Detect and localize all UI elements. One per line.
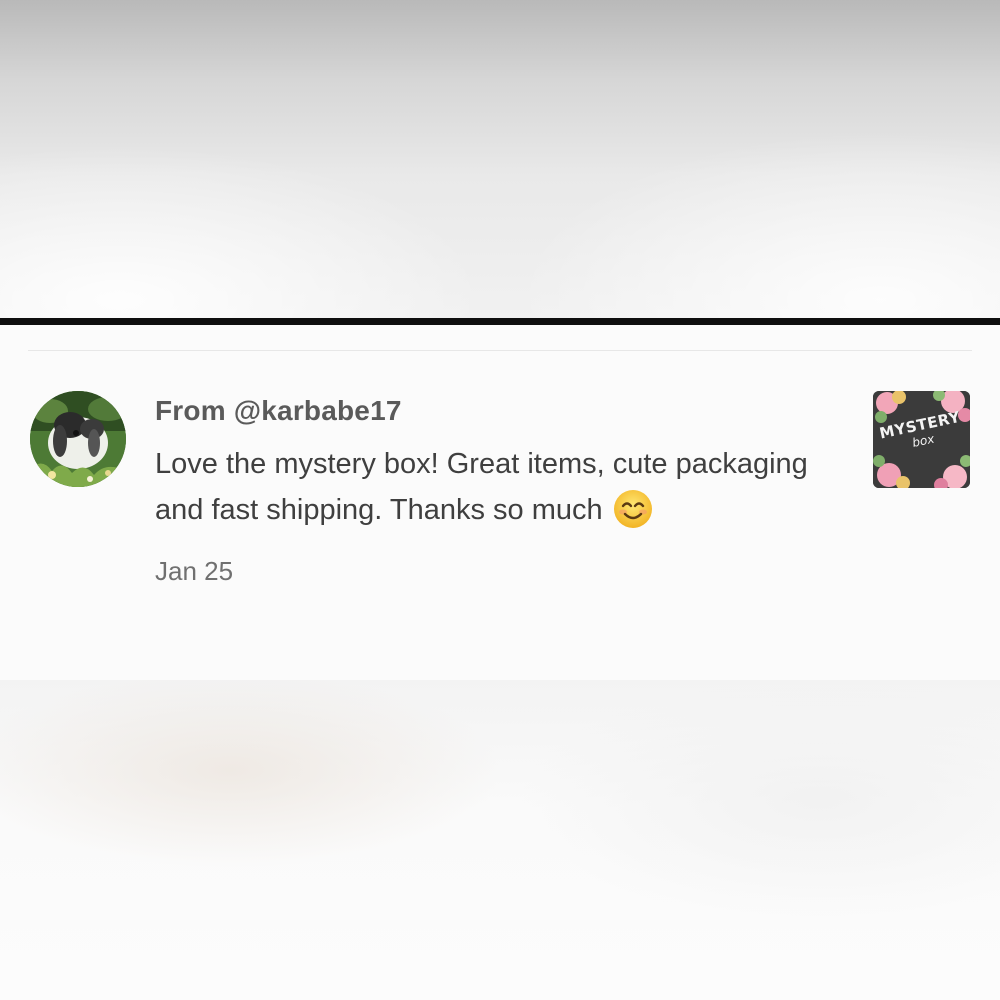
smiling-face-icon	[613, 489, 653, 543]
blurred-background-bottom	[0, 680, 1000, 1000]
separator-line	[28, 350, 972, 351]
review-content: From @karbabe17 Love the mystery box! Gr…	[155, 393, 835, 587]
review-author[interactable]: From @karbabe17	[155, 393, 835, 429]
avatar[interactable]	[30, 391, 126, 487]
listing-thumbnail[interactable]: MYSTERY box	[873, 391, 970, 488]
review-date: Jan 25	[155, 556, 234, 586]
review-body: Love the mystery box! Great items, cute …	[155, 441, 815, 543]
blurred-background-top	[0, 0, 1000, 319]
screenshot-page: From @karbabe17 Love the mystery box! Gr…	[0, 0, 1000, 1000]
review-text: Love the mystery box! Great items, cute …	[155, 448, 808, 526]
review-card: From @karbabe17 Love the mystery box! Gr…	[0, 325, 1000, 680]
divider-bar	[0, 318, 1000, 325]
avatar-image	[30, 391, 126, 487]
